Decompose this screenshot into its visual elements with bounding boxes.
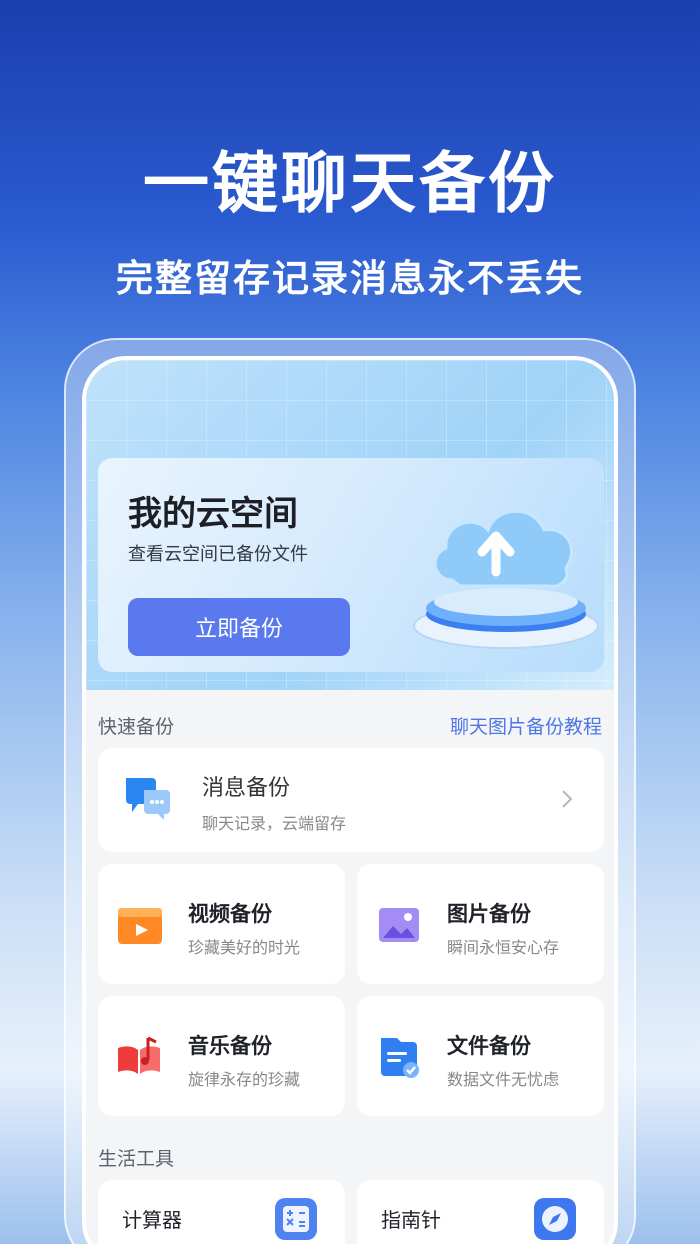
cloud-upload-icon (413, 509, 599, 649)
video-icon (118, 908, 162, 944)
music-icon (118, 1036, 160, 1074)
message-backup-card[interactable]: 消息备份 聊天记录，云端留存 (98, 748, 604, 852)
file-backup-title: 文件备份 (447, 1034, 531, 1058)
image-backup-subtitle: 瞬间永恒安心存 (447, 938, 560, 957)
message-backup-subtitle: 聊天记录，云端留存 (202, 814, 347, 833)
chevron-right-icon (562, 790, 573, 808)
music-backup-card[interactable]: 音乐备份 旋律永存的珍藏 (98, 996, 345, 1116)
video-backup-subtitle: 珍藏美好的时光 (188, 938, 301, 957)
calculator-icon (275, 1198, 317, 1240)
calculator-card[interactable]: 计算器 (98, 1180, 345, 1244)
video-backup-title: 视频备份 (188, 902, 272, 926)
file-icon (381, 1038, 419, 1078)
compass-card[interactable]: 指南针 (357, 1180, 604, 1244)
image-backup-card[interactable]: 图片备份 瞬间永恒安心存 (357, 864, 604, 984)
image-backup-title: 图片备份 (447, 902, 531, 926)
hero-subtitle: 完整留存记录消息永不丢失 (116, 257, 584, 300)
hero-title: 一键聊天备份 (143, 145, 557, 222)
music-backup-title: 音乐备份 (188, 1034, 272, 1058)
calculator-title: 计算器 (122, 1208, 182, 1232)
backup-now-button[interactable]: 立即备份 (128, 598, 350, 656)
file-backup-subtitle: 数据文件无忧虑 (447, 1070, 560, 1089)
banner-title: 我的云空间 (128, 494, 298, 534)
tutorial-link[interactable]: 聊天图片备份教程 (450, 712, 602, 739)
chat-bubble-icon (126, 778, 170, 820)
cloud-space-banner[interactable]: 我的云空间 查看云空间已备份文件 立即备份 (98, 458, 604, 672)
file-backup-card[interactable]: 文件备份 数据文件无忧虑 (357, 996, 604, 1116)
quick-backup-label: 快速备份 (98, 716, 175, 738)
image-icon (379, 908, 419, 942)
life-tools-label: 生活工具 (98, 1148, 175, 1170)
message-backup-title: 消息备份 (202, 776, 291, 801)
music-backup-subtitle: 旋律永存的珍藏 (188, 1070, 301, 1089)
banner-subtitle: 查看云空间已备份文件 (128, 544, 308, 565)
phone-screen: 我的云空间 查看云空间已备份文件 立即备份 快速备份 聊天图片备份教程 消息备份… (82, 356, 618, 1244)
compass-title: 指南针 (381, 1208, 441, 1232)
compass-icon (534, 1198, 576, 1240)
video-backup-card[interactable]: 视频备份 珍藏美好的时光 (98, 864, 345, 984)
